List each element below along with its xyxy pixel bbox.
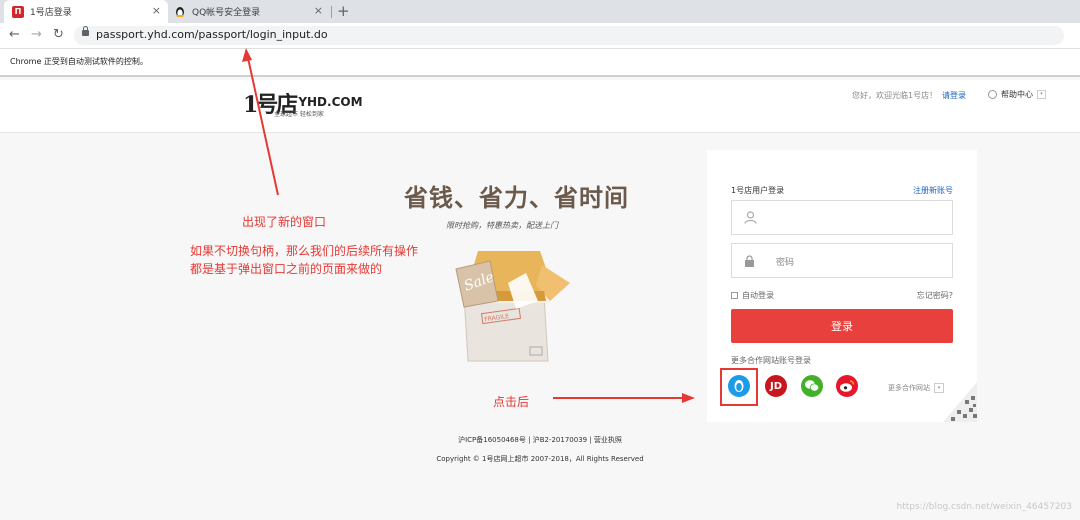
watermark: https://blog.csdn.net/weixin_46457203 (896, 502, 1072, 512)
login-panel-title: 1号店用户登录 (731, 186, 785, 195)
arrowhead-icon (682, 393, 695, 403)
infobar-text: Chrome 正受到自动测试软件的控制。 (10, 57, 148, 66)
auto-login-label: 自动登录 (742, 291, 774, 300)
help-center-menu[interactable]: 帮助中心 ▾ (988, 89, 1046, 100)
help-label: 帮助中心 (1001, 90, 1033, 99)
reload-icon[interactable]: ↻ (53, 27, 64, 43)
qq-favicon-icon (174, 6, 186, 18)
password-input[interactable]: 密码 (731, 243, 953, 278)
site-header: 1号店 YHD.COM 全球超市 轻松到家 您好，欢迎光临1号店！ 请登录 帮助… (0, 80, 1080, 133)
tab-qq-login[interactable]: QQ帐号安全登录 × (166, 0, 330, 23)
partner-login-label: 更多合作网站账号登录 (731, 356, 811, 365)
login-panel: 1号店用户登录 注册新账号 密码 自动登录 忘记密码? 登录 更多合作网站账号登… (707, 150, 977, 422)
address-bar[interactable]: passport.yhd.com/passport/login_input.do (74, 26, 1064, 45)
welcome-text: 您好，欢迎光临1号店！ (852, 91, 938, 100)
weibo-login-icon[interactable] (836, 375, 858, 397)
qr-code-corner-icon[interactable] (943, 382, 977, 422)
yhd-logo[interactable]: 1号店 YHD.COM 全球超市 轻松到家 (243, 94, 363, 118)
url-text: passport.yhd.com/passport/login_input.do (96, 28, 328, 41)
more-partners-menu[interactable]: 更多合作网站 ▾ (888, 383, 944, 393)
auto-login-checkbox[interactable]: 自动登录 (731, 290, 774, 301)
tab-yhd-login[interactable]: Π 1号店登录 × (4, 0, 168, 23)
footer-license: 沪ICP备16050468号 | 沪B2-20170039 | 营业执照 (458, 436, 622, 444)
browser-toolbar: ← → ↻ passport.yhd.com/passport/login_in… (0, 23, 1080, 49)
qq-login-icon[interactable] (728, 375, 750, 397)
annotation-new-window: 出现了新的窗口 (242, 215, 327, 229)
promo-subtitle: 限时抢购，特惠热卖，配送上门 (446, 221, 558, 230)
login-button[interactable]: 登录 (731, 309, 953, 343)
login-link[interactable]: 请登录 (942, 90, 966, 101)
tab-divider (331, 6, 332, 18)
browser-tab-strip: Π 1号店登录 × QQ帐号安全登录 × + (0, 0, 1080, 23)
tab-title: 1号店登录 (30, 8, 72, 18)
checkbox-icon (731, 292, 738, 299)
yhd-favicon-icon: Π (12, 5, 24, 18)
jd-login-icon[interactable]: JD (765, 375, 787, 397)
close-tab-icon[interactable]: × (314, 5, 323, 17)
automation-infobar: Chrome 正受到自动测试软件的控制。 (0, 49, 1080, 77)
new-tab-icon[interactable]: + (337, 2, 350, 20)
footer-copyright: Copyright © 1号店网上超市 2007-2018，All Rights… (436, 455, 644, 463)
register-link[interactable]: 注册新账号 (913, 185, 953, 196)
forgot-password-link[interactable]: 忘记密码? (917, 290, 953, 301)
password-placeholder: 密码 (776, 258, 795, 268)
wechat-login-icon[interactable] (801, 375, 823, 397)
gift-box-illustration: Sale FRAGILE (455, 251, 570, 362)
logo-slogan: 全球超市 轻松到家 (274, 111, 324, 118)
close-tab-icon[interactable]: × (152, 5, 161, 17)
lock-icon (82, 26, 89, 36)
back-arrow-icon[interactable]: ← (9, 27, 20, 43)
user-icon (744, 211, 757, 224)
username-input[interactable] (731, 200, 953, 235)
logo-text: YHD.COM (298, 95, 363, 109)
promo-title: 省钱、省力、省时间 (404, 183, 629, 212)
annotation-note-line2: 都是基于弹出窗口之前的页面来做的 (190, 262, 383, 276)
annotation-after-click: 点击后 (493, 395, 530, 409)
tab-title: QQ帐号安全登录 (192, 8, 261, 18)
more-partners-label: 更多合作网站 (888, 384, 930, 392)
forward-arrow-icon[interactable]: → (31, 27, 42, 43)
lock-icon (745, 255, 754, 267)
annotation-note-line1: 如果不切换句柄，那么我们的后续所有操作 (190, 244, 419, 258)
globe-icon (988, 90, 997, 99)
chevron-down-icon: ▾ (1037, 90, 1046, 99)
